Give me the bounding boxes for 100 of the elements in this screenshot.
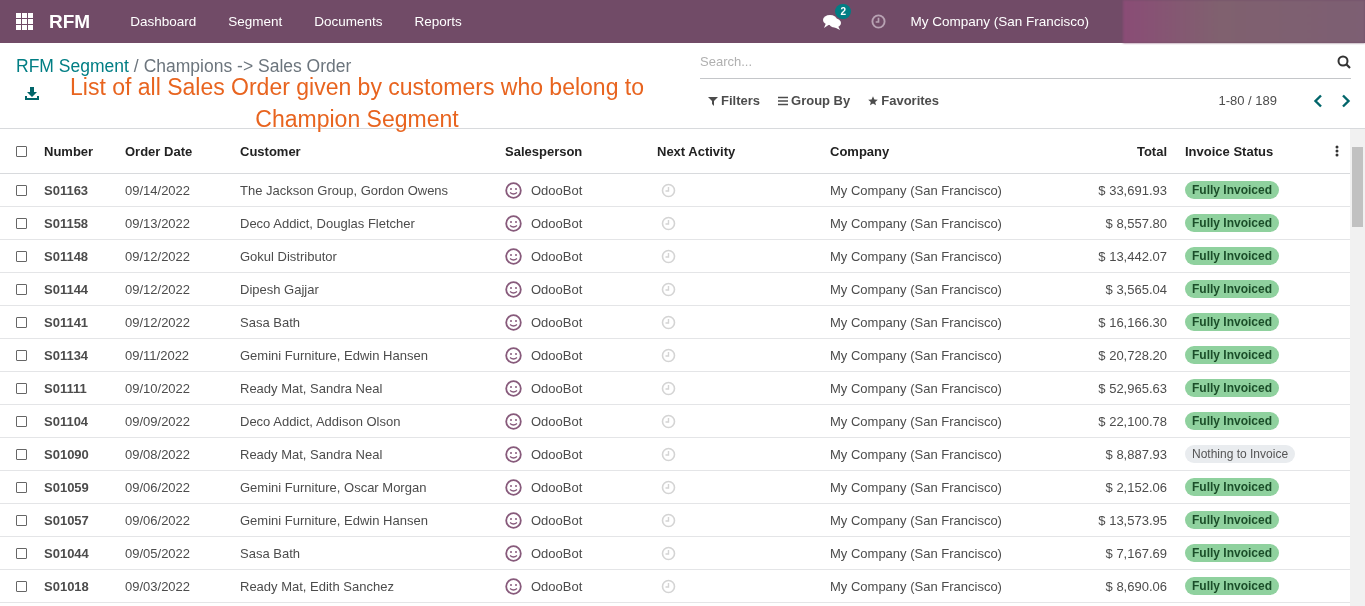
invoice-status-label: Fully Invoiced — [1185, 412, 1279, 430]
invoice-status-label: Fully Invoiced — [1185, 214, 1279, 232]
order-date: 09/12/2022 — [125, 314, 192, 330]
list-icon — [778, 95, 788, 106]
column-header[interactable]: Company — [830, 143, 1020, 159]
order-total: $ 3,565.04 — [1104, 281, 1168, 297]
company-name: My Company (San Francisco) — [830, 182, 1003, 198]
order-number: S01148 — [44, 248, 90, 264]
menu-item[interactable]: Segment — [212, 14, 299, 29]
smiley-avatar-icon — [505, 478, 522, 496]
salesperson-name: OdooBot — [531, 545, 583, 561]
order-number: S01018 — [44, 578, 90, 594]
row-checkbox[interactable] — [16, 448, 27, 460]
column-header[interactable]: Order Date — [125, 143, 240, 159]
row-checkbox[interactable] — [16, 481, 27, 493]
order-total: $ 13,442.07 — [1097, 248, 1168, 264]
search-field[interactable]: Search... — [700, 45, 1351, 79]
row-checkbox[interactable] — [16, 184, 27, 196]
chat-icon[interactable] — [823, 13, 842, 30]
order-date: 09/10/2022 — [125, 380, 192, 396]
menu-item[interactable]: Dashboard — [114, 14, 213, 29]
salesperson-name: OdooBot — [531, 446, 583, 462]
salesperson-name: OdooBot — [531, 215, 583, 231]
order-date: 09/06/2022 — [125, 479, 192, 495]
customer-name: Ready Mat, Sandra Neal — [240, 446, 384, 462]
clock-icon[interactable] — [871, 14, 887, 29]
customer-name: Gemini Furniture, Oscar Morgan — [240, 479, 428, 495]
funnel-icon — [708, 95, 718, 106]
search-option-button[interactable]: Group By — [778, 93, 851, 108]
search-option-button[interactable]: Filters — [708, 93, 760, 108]
customer-name: Gemini Furniture, Edwin Hansen — [240, 347, 429, 363]
column-header[interactable]: Invoice Status — [1177, 143, 1325, 159]
row-checkbox[interactable] — [16, 382, 27, 394]
column-header[interactable]: Total — [1020, 143, 1177, 159]
column-header[interactable]: Next Activity — [657, 143, 830, 159]
scrollbar[interactable] — [1350, 129, 1365, 606]
row-checkbox[interactable] — [16, 250, 27, 262]
smiley-avatar-icon — [505, 412, 522, 430]
order-number: S01044 — [44, 545, 90, 561]
search-icon[interactable] — [1337, 55, 1351, 69]
row-checkbox[interactable] — [16, 283, 27, 295]
customer-name: Sasa Bath — [240, 545, 301, 561]
order-date: 09/12/2022 — [125, 281, 192, 297]
order-number: S01163 — [44, 182, 90, 198]
salesperson-name: OdooBot — [531, 512, 583, 528]
order-total: $ 7,167.69 — [1104, 545, 1168, 561]
previous-icon[interactable] — [1313, 93, 1323, 108]
pager-value[interactable]: 1-80 / 189 — [1218, 93, 1277, 108]
next-icon[interactable] — [1341, 93, 1351, 108]
order-number: S01158 — [44, 215, 90, 231]
smiley-avatar-icon — [505, 181, 522, 199]
invoice-status-label: Fully Invoiced — [1185, 544, 1279, 562]
salesperson-name: OdooBot — [531, 347, 583, 363]
row-checkbox[interactable] — [16, 349, 27, 361]
customer-name: Gokul Distributor — [240, 248, 338, 264]
invoice-status-label: Fully Invoiced — [1185, 313, 1279, 331]
customer-name: Ready Mat, Edith Sanchez — [240, 578, 395, 594]
company-switcher[interactable]: My Company (San Francisco) — [910, 14, 1089, 29]
order-total: $ 22,100.78 — [1097, 413, 1168, 429]
company-name: My Company (San Francisco) — [830, 479, 1003, 495]
app-name[interactable]: RFM — [49, 10, 91, 33]
column-header[interactable]: Number — [44, 143, 125, 159]
smiley-avatar-icon — [505, 379, 522, 397]
column-header[interactable]: Salesperson — [505, 143, 657, 159]
breadcrumb-link[interactable]: RFM Segment — [16, 56, 129, 76]
customer-name: Deco Addict, Douglas Fletcher — [240, 215, 416, 231]
invoice-status-label: Fully Invoiced — [1185, 181, 1279, 199]
salesperson-name: OdooBot — [531, 413, 583, 429]
row-checkbox[interactable] — [16, 316, 27, 328]
company-name: My Company (San Francisco) — [830, 281, 1003, 297]
download-icon[interactable] — [25, 87, 39, 100]
smiley-avatar-icon — [505, 577, 522, 595]
order-number: S01090 — [44, 446, 90, 462]
select-all-checkbox[interactable] — [16, 145, 27, 157]
more-options-icon[interactable] — [1335, 145, 1339, 157]
row-checkbox[interactable] — [16, 547, 27, 559]
company-name: My Company (San Francisco) — [830, 545, 1003, 561]
search-option-button[interactable]: Favorites — [868, 93, 940, 108]
menu-item[interactable]: Documents — [298, 14, 399, 29]
smiley-avatar-icon — [505, 247, 522, 265]
order-number: S01059 — [44, 479, 90, 495]
customer-name: Deco Addict, Addison Olson — [240, 413, 402, 429]
app-grid-icon[interactable] — [16, 13, 33, 30]
row-checkbox[interactable] — [16, 514, 27, 526]
invoice-status-label: Fully Invoiced — [1185, 379, 1279, 397]
company-name: My Company (San Francisco) — [830, 314, 1003, 330]
breadcrumb-separator: / — [133, 56, 139, 76]
salesperson-name: OdooBot — [531, 248, 583, 264]
order-total: $ 16,166.30 — [1097, 314, 1168, 330]
order-date: 09/13/2022 — [125, 215, 192, 231]
order-total: $ 20,728.20 — [1097, 347, 1168, 363]
breadcrumb-current: Champions -> Sales Order — [143, 56, 352, 76]
order-total: $ 8,887.93 — [1104, 446, 1168, 462]
menu-item[interactable]: Reports — [398, 14, 478, 29]
row-checkbox[interactable] — [16, 217, 27, 229]
salesperson-name: OdooBot — [531, 578, 583, 594]
column-header[interactable]: Customer — [240, 143, 505, 159]
row-checkbox[interactable] — [16, 580, 27, 592]
row-checkbox[interactable] — [16, 415, 27, 427]
invoice-status-label: Fully Invoiced — [1185, 346, 1279, 364]
